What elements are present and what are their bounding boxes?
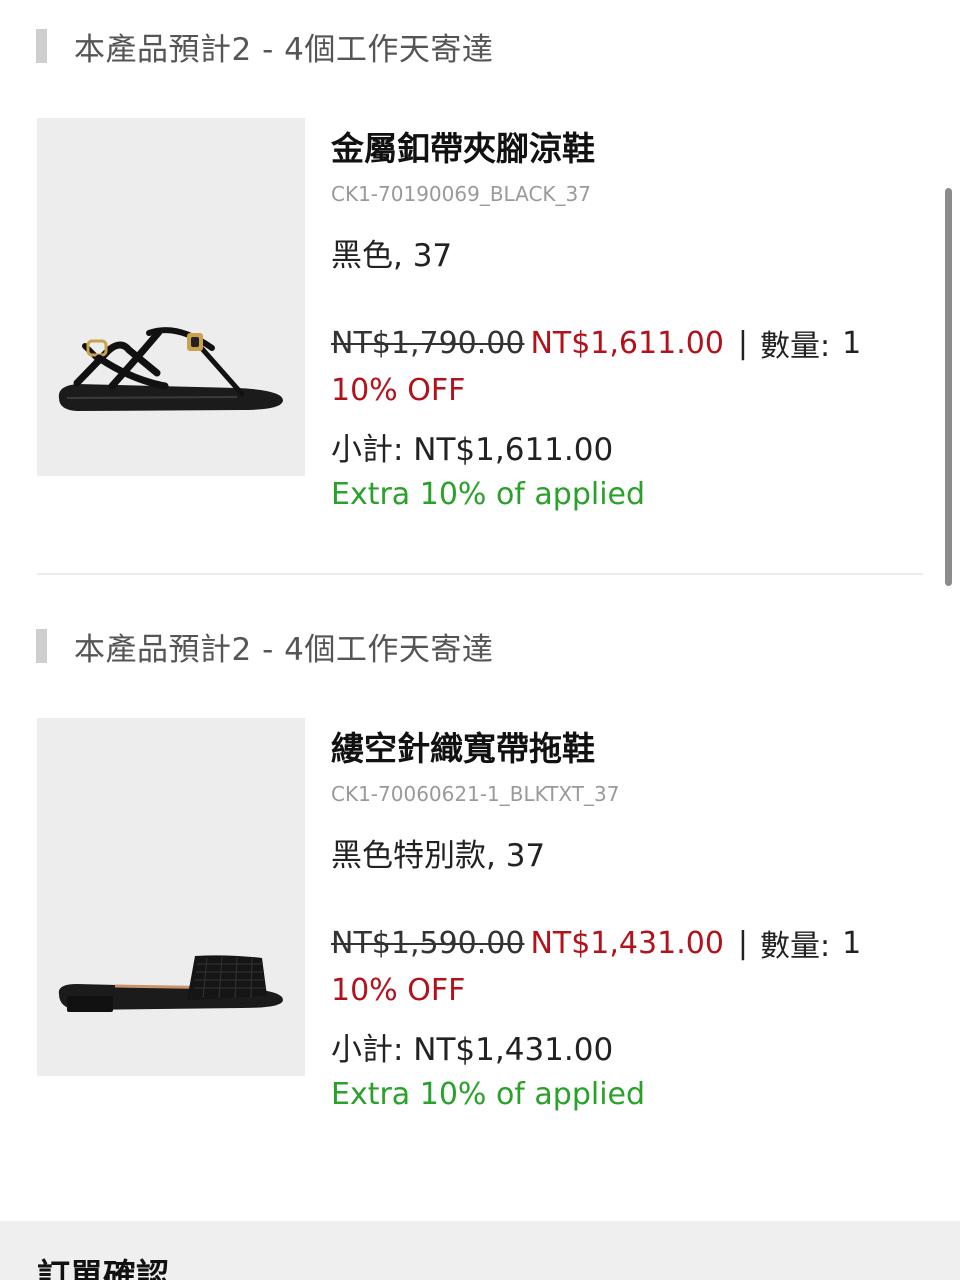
quantity-label: 數量: xyxy=(760,329,831,364)
extra-discount-note: Extra 10% of applied xyxy=(331,1077,646,1112)
price-row: NT$1,590.00 NT$1,431.00 | 數量: 1 xyxy=(331,921,861,965)
quantity-label: 數量: xyxy=(760,929,831,964)
order-confirmation-title: 訂單確認 xyxy=(37,1256,169,1280)
discount-badge: 10% OFF xyxy=(331,373,466,408)
discount-badge: 10% OFF xyxy=(331,973,466,1008)
price-qty-separator: | xyxy=(737,325,749,361)
order-item-1: 本產品預計2 - 4個工作天寄達 金屬釦帶夾腳涼鞋 CK1-70190069_B… xyxy=(0,0,960,575)
shipping-note-bar xyxy=(36,29,47,63)
scrollbar-thumb[interactable] xyxy=(945,188,952,586)
product-info: 縷空針織寬帶拖鞋 CK1-70060621-1_BLKTXT_37 黑色特別款,… xyxy=(331,600,931,1160)
original-price: NT$1,590.00 xyxy=(331,925,525,961)
product-info: 金屬釦帶夾腳涼鞋 CK1-70190069_BLACK_37 黑色, 37 NT… xyxy=(331,0,931,575)
product-image[interactable] xyxy=(37,118,305,476)
product-variant: 黑色, 37 xyxy=(331,238,453,274)
quantity-value: 1 xyxy=(842,325,862,361)
shipping-note-bar xyxy=(36,629,47,663)
product-name[interactable]: 縷空針織寬帶拖鞋 xyxy=(331,722,595,770)
extra-discount-note: Extra 10% of applied xyxy=(331,477,646,512)
sale-price: NT$1,431.00 xyxy=(530,925,724,961)
product-name[interactable]: 金屬釦帶夾腳涼鞋 xyxy=(331,122,595,170)
order-item-2: 本產品預計2 - 4個工作天寄達 縷空針織寬帶拖鞋 CK1-70060621-1… xyxy=(0,600,960,1160)
product-sku: CK1-70190069_BLACK_37 xyxy=(331,182,591,206)
quantity-value: 1 xyxy=(842,925,862,961)
subtotal: 小計: NT$1,611.00 xyxy=(331,432,614,468)
thong-sandal-image xyxy=(58,327,284,411)
product-sku: CK1-70060621-1_BLKTXT_37 xyxy=(331,782,620,806)
product-image[interactable] xyxy=(37,718,305,1076)
order-confirmation-panel: 訂單確認 xyxy=(0,1221,960,1280)
subtotal: 小計: NT$1,431.00 xyxy=(331,1032,614,1068)
price-row: NT$1,790.00 NT$1,611.00 | 數量: 1 xyxy=(331,321,861,365)
slide-sandal-image xyxy=(58,955,284,1012)
original-price: NT$1,790.00 xyxy=(331,325,525,361)
item-divider xyxy=(37,573,923,575)
product-variant: 黑色特別款, 37 xyxy=(331,838,546,874)
sale-price: NT$1,611.00 xyxy=(530,325,724,361)
price-qty-separator: | xyxy=(737,925,749,961)
